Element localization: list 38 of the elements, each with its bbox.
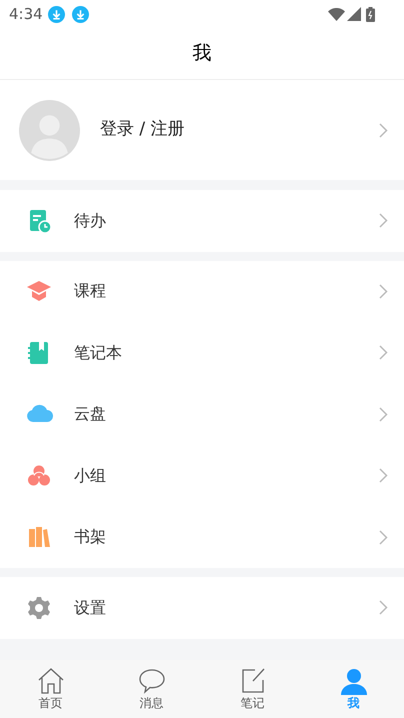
menu-item[interactable]: 课程	[0, 260, 404, 322]
status-time: 4:34	[9, 4, 43, 25]
download-icon	[48, 6, 65, 22]
menu-item[interactable]: 云盘	[0, 384, 404, 445]
profile-row[interactable]: 登录 / 注册	[0, 80, 404, 180]
menu-item[interactable]: 小组	[0, 445, 404, 506]
chevron-right-icon	[379, 600, 388, 616]
chevron-right-icon	[379, 345, 388, 360]
chevron-right-icon	[379, 406, 388, 422]
login-register-label: 登录 / 注册	[100, 118, 186, 142]
menu-label: 待办	[74, 210, 107, 232]
chevron-right-icon	[379, 530, 388, 545]
tab[interactable]: 笔记	[202, 660, 303, 718]
menu-item[interactable]: 书架	[0, 506, 404, 568]
menu-item[interactable]: 设置	[0, 577, 404, 638]
menu-label: 书架	[74, 526, 107, 548]
home-icon	[36, 667, 64, 695]
menu-label: 课程	[74, 280, 107, 302]
chevron-right-icon	[379, 213, 388, 228]
menu-item[interactable]: 笔记本	[0, 322, 404, 384]
battery-icon	[366, 6, 375, 22]
person-icon	[340, 667, 368, 695]
menu-label: 小组	[74, 464, 107, 487]
menu-item[interactable]: 待办	[0, 190, 404, 252]
menu-label: 笔记本	[74, 342, 123, 364]
tab[interactable]: 消息	[101, 660, 202, 718]
chevron-right-icon	[379, 468, 388, 484]
chevron-right-icon	[379, 122, 388, 138]
signal-icon	[347, 7, 361, 21]
tab[interactable]: 首页	[0, 660, 101, 718]
page-title: 我	[192, 41, 212, 66]
wifi-icon	[328, 8, 345, 20]
chevron-right-icon	[379, 284, 388, 299]
avatar-icon	[19, 100, 80, 160]
download-icon	[72, 6, 89, 22]
menu-label: 云盘	[74, 403, 107, 426]
menu-label: 设置	[74, 596, 107, 619]
speech-bubble-icon	[138, 667, 166, 695]
